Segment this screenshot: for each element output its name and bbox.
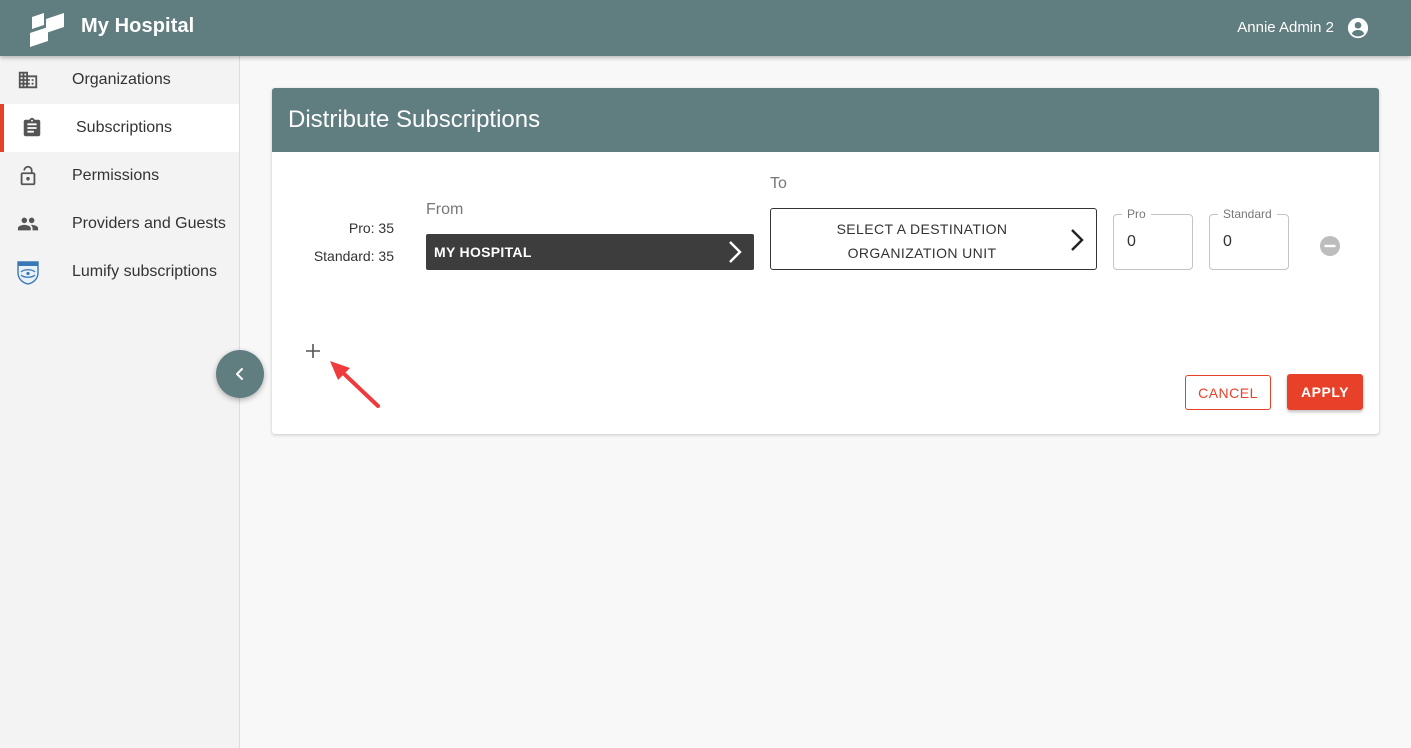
destination-organization-value: SELECT A DESTINATION ORGANIZATION UNIT bbox=[836, 221, 1008, 261]
sidebar-item-label: Permissions bbox=[72, 167, 160, 184]
building-icon bbox=[18, 71, 38, 89]
from-organization-select[interactable]: MY HOSPITAL bbox=[426, 234, 754, 270]
cancel-button[interactable]: CANCEL bbox=[1185, 375, 1271, 410]
sidebar-item-label: Providers and Guests bbox=[72, 215, 226, 232]
sidebar-item-permissions[interactable]: Permissions bbox=[0, 152, 239, 200]
sidebar-item-label: Subscriptions bbox=[76, 119, 173, 136]
sidebar-item-organizations[interactable]: Organizations bbox=[0, 56, 239, 104]
sidebar-item-subscriptions[interactable]: Subscriptions bbox=[0, 104, 239, 152]
from-organization-value: MY HOSPITAL bbox=[434, 244, 532, 260]
chevron-right-icon bbox=[1071, 229, 1084, 251]
to-label: To bbox=[770, 175, 787, 192]
app-title: My Hospital bbox=[81, 15, 195, 37]
sidebar-item-providers-and-guests[interactable]: Providers and Guests bbox=[0, 200, 239, 248]
sidebar-item-lumify-subscriptions[interactable]: Lumify subscriptions bbox=[0, 248, 239, 296]
account-circle-icon[interactable] bbox=[1347, 17, 1369, 39]
distribute-subscriptions-card: Distribute Subscriptions Pro: 35 Standar… bbox=[272, 88, 1379, 434]
sidebar-item-label: Organizations bbox=[72, 71, 171, 88]
pointer-arrow-icon bbox=[330, 361, 380, 408]
apply-button[interactable]: APPLY bbox=[1287, 374, 1363, 410]
chevron-left-icon bbox=[236, 368, 243, 380]
standard-quantity-field[interactable]: Standard bbox=[1209, 207, 1289, 270]
top-app-bar: My Hospital Annie Admin 2 bbox=[0, 0, 1411, 56]
add-row-icon[interactable] bbox=[302, 340, 324, 362]
available-pro-count: Pro: 35 bbox=[348, 220, 394, 236]
destination-organization-select[interactable]: SELECT A DESTINATION ORGANIZATION UNIT bbox=[770, 208, 1097, 270]
philips-shield-icon bbox=[17, 261, 39, 285]
card-header: Distribute Subscriptions bbox=[272, 88, 1379, 152]
from-label: From bbox=[426, 201, 464, 218]
page-title: Distribute Subscriptions bbox=[288, 106, 541, 133]
user-name[interactable]: Annie Admin 2 bbox=[1237, 19, 1334, 36]
lock-icon bbox=[20, 165, 36, 186]
sidebar-item-label: Lumify subscriptions bbox=[72, 263, 217, 280]
people-icon bbox=[17, 217, 39, 231]
pro-quantity-field[interactable]: Pro bbox=[1113, 207, 1193, 270]
pro-quantity-input[interactable] bbox=[1127, 233, 1182, 251]
chevron-right-icon bbox=[729, 241, 742, 263]
available-standard-count: Standard: 35 bbox=[313, 248, 394, 264]
collapse-sidebar-button[interactable] bbox=[216, 350, 264, 398]
hospital-logo-icon bbox=[30, 13, 64, 47]
sidebar: Organizations Subscriptions Permissions … bbox=[0, 56, 240, 748]
remove-row-icon[interactable] bbox=[1319, 235, 1341, 257]
pro-field-label: Pro bbox=[1122, 207, 1151, 221]
standard-field-label: Standard bbox=[1218, 207, 1277, 221]
clipboard-icon bbox=[23, 117, 41, 137]
standard-quantity-input[interactable] bbox=[1223, 233, 1278, 251]
